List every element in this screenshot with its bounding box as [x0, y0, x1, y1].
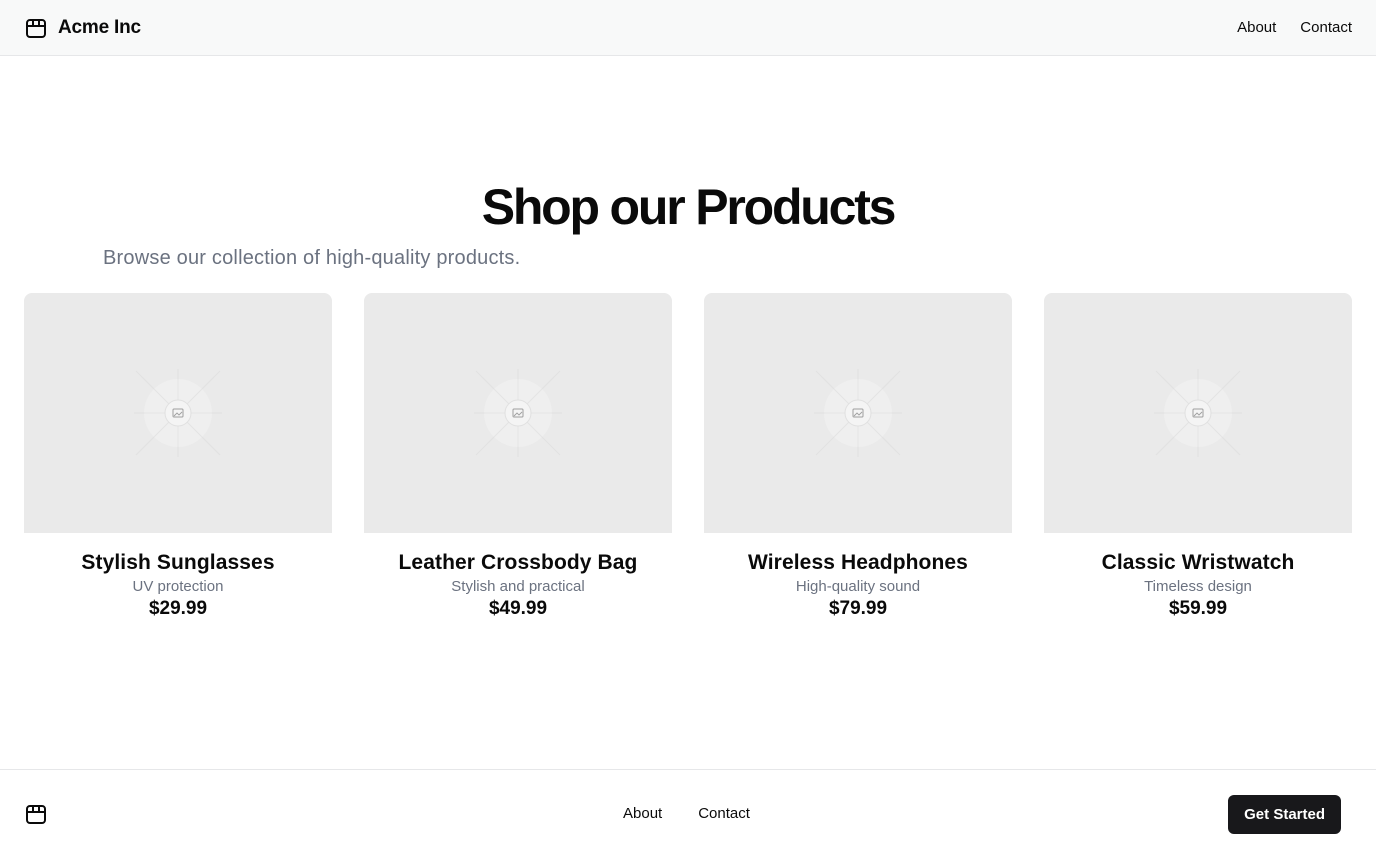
- brand-link[interactable]: Acme Inc: [24, 16, 141, 40]
- page: Acme Inc About Contact Shop our Products…: [0, 0, 1376, 858]
- product-grid: Stylish Sunglasses UV protection $29.99: [24, 293, 1352, 620]
- product-card[interactable]: Classic Wristwatch Timeless design $59.9…: [1044, 293, 1352, 620]
- site-footer: About Contact Get Started: [0, 769, 1376, 858]
- package-icon: [24, 802, 48, 826]
- header-nav-contact[interactable]: Contact: [1300, 19, 1352, 36]
- product-title: Stylish Sunglasses: [81, 551, 275, 574]
- product-image[interactable]: [24, 293, 332, 533]
- product-card[interactable]: Wireless Headphones High-quality sound $…: [704, 293, 1012, 620]
- footer-nav: About Contact: [623, 805, 750, 822]
- product-image[interactable]: [704, 293, 1012, 533]
- product-card[interactable]: Leather Crossbody Bag Stylish and practi…: [364, 293, 672, 620]
- header-nav: About Contact: [1237, 19, 1352, 36]
- product-image[interactable]: [364, 293, 672, 533]
- image-placeholder-icon: [134, 369, 222, 457]
- product-description: Stylish and practical: [451, 578, 585, 595]
- product-description: UV protection: [132, 578, 224, 595]
- product-image[interactable]: [1044, 293, 1352, 533]
- package-icon: [24, 16, 48, 40]
- site-header: Acme Inc About Contact: [0, 0, 1376, 56]
- page-title: Shop our Products: [481, 179, 897, 235]
- product-card[interactable]: Stylish Sunglasses UV protection $29.99: [24, 293, 332, 620]
- image-placeholder-icon: [474, 369, 562, 457]
- product-price: $49.99: [488, 598, 548, 619]
- page-subtitle: Browse our collection of high-quality pr…: [103, 247, 521, 269]
- footer-nav-about[interactable]: About: [623, 805, 662, 822]
- product-title: Wireless Headphones: [748, 551, 968, 574]
- image-placeholder-icon: [814, 369, 902, 457]
- product-price: $59.99: [1168, 598, 1228, 619]
- header-nav-about[interactable]: About: [1237, 19, 1276, 36]
- product-description: Timeless design: [1144, 578, 1252, 595]
- footer-logo-link[interactable]: [24, 802, 48, 826]
- image-placeholder-icon: [1154, 369, 1242, 457]
- product-description: High-quality sound: [795, 578, 921, 595]
- product-title: Classic Wristwatch: [1101, 551, 1295, 574]
- product-price: $79.99: [828, 598, 888, 619]
- brand-name: Acme Inc: [58, 16, 141, 38]
- get-started-button[interactable]: Get Started: [1228, 795, 1341, 834]
- product-price: $29.99: [148, 598, 208, 619]
- product-title: Leather Crossbody Bag: [398, 551, 638, 574]
- footer-nav-contact[interactable]: Contact: [698, 805, 750, 822]
